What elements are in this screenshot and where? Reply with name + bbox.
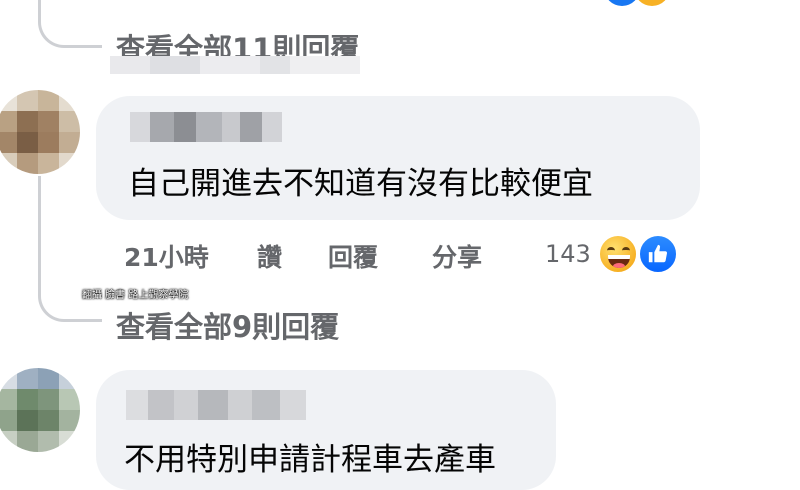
like-link[interactable]: 讚 — [257, 238, 282, 274]
thread-connector — [38, 0, 102, 48]
comment-text: 自己開進去不知道有沒有比較便宜 — [128, 166, 593, 202]
top-reaction-icons — [600, 0, 680, 6]
commenter-avatar-2[interactable] — [0, 368, 80, 452]
share-link[interactable]: 分享 — [432, 238, 482, 274]
comment-timestamp[interactable]: 21小時 — [124, 238, 209, 274]
haha-icon — [598, 234, 638, 274]
commenter-avatar[interactable] — [0, 90, 80, 174]
blurred-commenter-name-2[interactable] — [126, 390, 306, 420]
view-all-replies-link-2[interactable]: 查看全部9則回覆 — [116, 304, 339, 346]
reply-link[interactable]: 回覆 — [328, 238, 378, 274]
blurred-commenter-name[interactable] — [130, 112, 282, 142]
like-icon — [604, 0, 640, 6]
haha-icon — [634, 0, 670, 6]
like-icon — [638, 234, 678, 274]
comment-text-2: 不用特別申請計程車去產車 — [124, 442, 496, 478]
blurred-name — [110, 56, 360, 74]
reaction-count[interactable]: 143 — [545, 240, 591, 268]
watermark: 翻攝 臉書 路上觀察學院 — [82, 290, 189, 301]
thread-line — [38, 176, 41, 276]
